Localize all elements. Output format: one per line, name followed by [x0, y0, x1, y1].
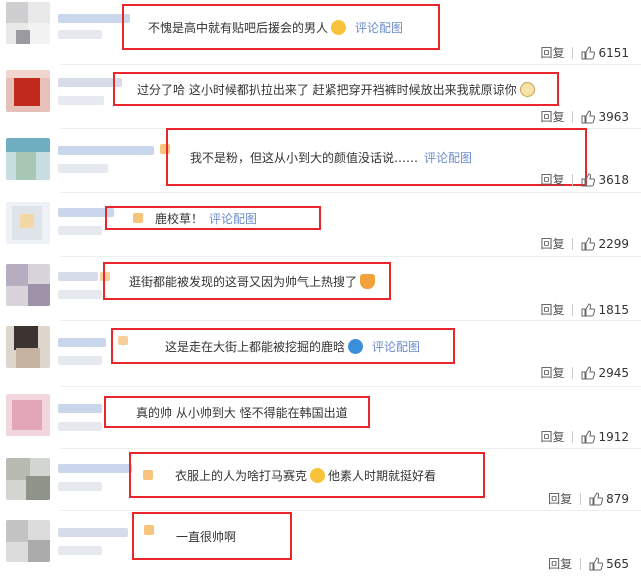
comment-image-link[interactable]: 评论配图 [372, 338, 420, 355]
comment-text: 这是走在大街上都能被挖掘的鹿晗 [165, 339, 346, 354]
like-count: 879 [606, 491, 629, 506]
comment-box: 逛街都能被发现的这哥又因为帅气上热搜了 [103, 262, 391, 300]
like-button[interactable]: 3618 [581, 173, 629, 187]
comment-row: 一直很帅啊 回复 565 [0, 510, 641, 576]
cat-face-icon [519, 81, 535, 97]
like-count: 2945 [598, 365, 629, 380]
comment-actions: 回复 1815 [540, 301, 629, 318]
thumbs-up-icon [581, 365, 596, 379]
thumbs-up-icon [589, 491, 604, 505]
comment-row: 衣服上的人为啥打马赛克 他素人时期就挺好看 回复 879 [0, 448, 641, 510]
person-icon [360, 273, 376, 289]
thumbs-up-icon [589, 556, 604, 570]
username[interactable] [58, 338, 106, 347]
comment-box: 真的帅 从小帅到大 怪不得能在韩国出道 [104, 396, 370, 428]
comment-actions: 回复 3618 [540, 171, 629, 188]
like-button[interactable]: 565 [589, 557, 629, 571]
comment-image-link[interactable]: 评论配图 [424, 149, 472, 166]
like-count: 1815 [598, 302, 629, 317]
comment-box: 衣服上的人为啥打马赛克 他素人时期就挺好看 [129, 452, 485, 498]
comment-row: 我不是粉，但这从小到大的颜值没话说…… 评论配图 回复 3618 [0, 128, 641, 192]
avatar[interactable] [6, 394, 50, 436]
comment-row: 逛街都能被发现的这哥又因为帅气上热搜了 回复 1815 [0, 256, 641, 320]
reply-button[interactable]: 回复 [548, 555, 572, 572]
like-count: 6151 [598, 45, 629, 60]
username[interactable] [58, 272, 98, 281]
comment-box: 一直很帅啊 [132, 512, 292, 560]
comment-text: 鹿校草！ [155, 211, 204, 226]
comment-text: 过分了哈 这小时候都扒拉出来了 赶紧把穿开裆裤时候放出来我就原谅你 [137, 82, 517, 97]
like-count: 2299 [598, 236, 629, 251]
comment-actions: 回复 2945 [540, 364, 629, 381]
reply-button[interactable]: 回复 [540, 108, 564, 125]
comment-text-after: 他素人时期就挺好看 [328, 468, 437, 483]
reply-button[interactable]: 回复 [540, 44, 564, 61]
reply-button[interactable]: 回复 [540, 171, 564, 188]
comment-text: 衣服上的人为啥打马赛克 [175, 468, 308, 483]
comment-image-link[interactable]: 评论配图 [209, 210, 257, 227]
thumbs-up-icon [581, 172, 596, 186]
username[interactable] [58, 404, 102, 413]
avatar[interactable] [6, 70, 50, 112]
like-button[interactable]: 879 [589, 492, 629, 506]
comment-image-link[interactable]: 评论配图 [355, 19, 403, 36]
comment-actions: 回复 879 [548, 490, 629, 507]
username[interactable] [58, 146, 154, 155]
avatar[interactable] [6, 138, 50, 180]
reply-button[interactable]: 回复 [540, 235, 564, 252]
like-button[interactable]: 1815 [581, 303, 629, 317]
thumbs-up-icon [581, 109, 596, 123]
comment-row: 真的帅 从小帅到大 怪不得能在韩国出道 回复 1912 [0, 386, 641, 448]
comment-row: 鹿校草！ 评论配图 回复 2299 [0, 192, 641, 256]
avatar[interactable] [6, 520, 50, 562]
comment-actions: 回复 3963 [540, 108, 629, 125]
avatar[interactable] [6, 202, 50, 244]
reply-button[interactable]: 回复 [540, 428, 564, 445]
like-count: 565 [606, 556, 629, 571]
thumbs-up-icon [581, 236, 596, 250]
avatar[interactable] [6, 326, 50, 368]
reply-button[interactable]: 回复 [540, 301, 564, 318]
comment-text: 逛街都能被发现的这哥又因为帅气上热搜了 [129, 274, 358, 289]
like-count: 3618 [598, 172, 629, 187]
comment-actions: 回复 1912 [540, 428, 629, 445]
like-button[interactable]: 1912 [581, 430, 629, 444]
comment-actions: 回复 565 [548, 555, 629, 572]
comment-box: 过分了哈 这小时候都扒拉出来了 赶紧把穿开裆裤时候放出来我就原谅你 [113, 72, 559, 106]
comment-box: 鹿校草！ 评论配图 [105, 206, 321, 230]
avatar[interactable] [6, 458, 50, 500]
comment-text: 一直很帅啊 [176, 529, 237, 544]
reply-button[interactable]: 回复 [540, 364, 564, 381]
username[interactable] [58, 464, 132, 473]
like-button[interactable]: 2945 [581, 366, 629, 380]
comment-text: 我不是粉，但这从小到大的颜值没话说…… [190, 150, 419, 165]
comment-row: 不愧是高中就有贴吧后援会的男人 评论配图 回复 6151 [0, 0, 641, 64]
thumbs-up-icon [581, 302, 596, 316]
reply-button[interactable]: 回复 [548, 490, 572, 507]
thumbs-up-icon [581, 429, 596, 443]
like-button[interactable]: 3963 [581, 110, 629, 124]
comment-actions: 回复 2299 [540, 235, 629, 252]
comment-actions: 回复 6151 [540, 44, 629, 61]
like-count: 1912 [598, 429, 629, 444]
thumbs-up-icon [581, 45, 596, 59]
grinning-face-icon [310, 467, 326, 483]
like-count: 3963 [598, 109, 629, 124]
avatar[interactable] [6, 2, 50, 44]
avatar[interactable] [6, 264, 50, 306]
like-button[interactable]: 6151 [581, 46, 629, 60]
like-button[interactable]: 2299 [581, 237, 629, 251]
comment-box: 我不是粉，但这从小到大的颜值没话说…… 评论配图 [166, 128, 587, 186]
smiling-face-with-heart-eyes-icon [331, 19, 347, 35]
username[interactable] [58, 14, 130, 23]
comment-row: 这是走在大街上都能被挖掘的鹿晗 评论配图 回复 2945 [0, 320, 641, 386]
username[interactable] [58, 528, 128, 537]
comment-row: 过分了哈 这小时候都扒拉出来了 赶紧把穿开裆裤时候放出来我就原谅你 回复 396… [0, 64, 641, 128]
doraemon-face-icon [348, 338, 364, 354]
comment-text: 真的帅 从小帅到大 怪不得能在韩国出道 [136, 405, 348, 420]
comment-text: 不愧是高中就有贴吧后援会的男人 [148, 20, 329, 35]
comment-box: 不愧是高中就有贴吧后援会的男人 评论配图 [122, 4, 440, 50]
comment-box: 这是走在大街上都能被挖掘的鹿晗 评论配图 [111, 328, 455, 364]
